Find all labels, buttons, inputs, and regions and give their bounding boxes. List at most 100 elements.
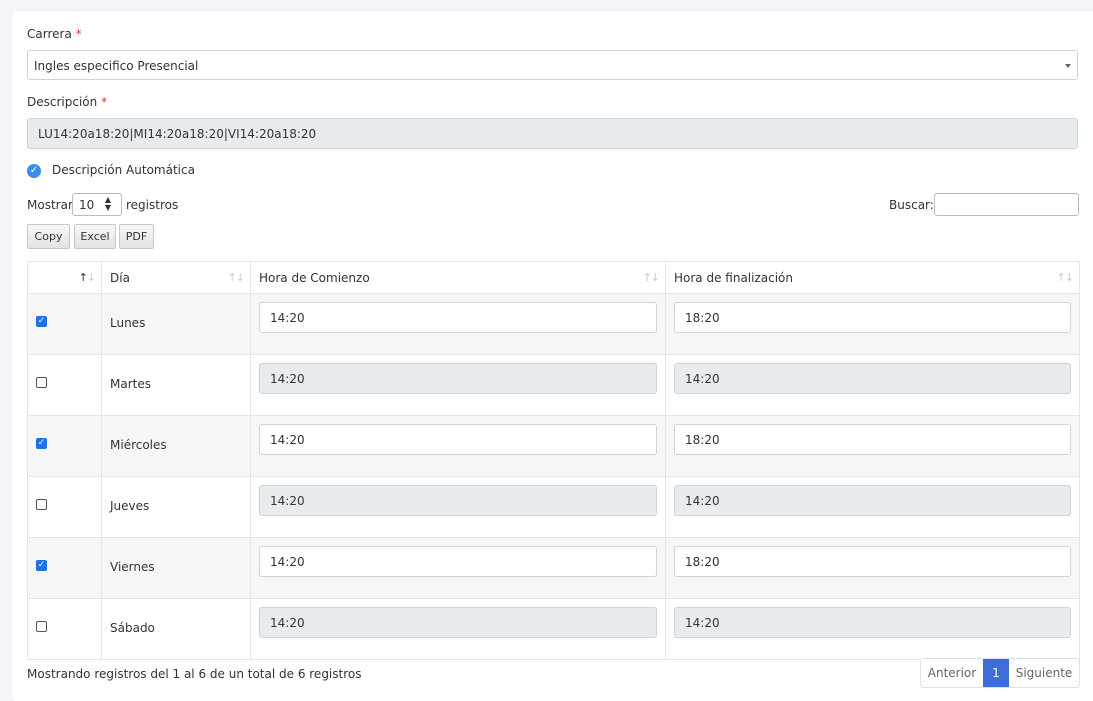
start-time-value: 14:20	[270, 494, 305, 508]
end-time-value: 18:20	[685, 555, 720, 569]
start-time-value: 14:20	[270, 372, 305, 386]
end-time-input[interactable]: 18:20	[674, 424, 1071, 455]
chevron-down-icon	[1065, 64, 1071, 68]
excel-button[interactable]: Excel	[74, 224, 116, 249]
column-header-select[interactable]: ↑↓	[27, 261, 102, 294]
form-card: Carrera * Ingles especifico Presencial D…	[12, 11, 1093, 701]
end-time-input: 14:20	[674, 607, 1071, 638]
page-length-select[interactable]: 10 ▲ ▼	[72, 193, 122, 216]
carrera-select-value: Ingles especifico Presencial	[34, 59, 199, 73]
end-cell: 14:20	[665, 598, 1080, 660]
start-time-input: 14:20	[259, 485, 657, 516]
search-input[interactable]	[934, 193, 1079, 216]
row-checkbox[interactable]	[36, 499, 47, 510]
select-cell: ✓	[27, 293, 102, 355]
start-cell: 14:20	[250, 354, 666, 416]
start-time-input[interactable]: 14:20	[259, 302, 657, 333]
column-header-end[interactable]: Hora de finalización ↑↓	[665, 261, 1080, 294]
page-1-button[interactable]: 1	[983, 659, 1009, 687]
start-cell: 14:20	[250, 293, 666, 355]
show-label: Mostrar	[27, 198, 73, 212]
descripcion-label: Descripción *	[27, 95, 108, 109]
updown-arrows-icon: ▲ ▼	[104, 195, 111, 212]
auto-description-label: Descripción Automática	[52, 163, 195, 177]
select-cell	[27, 354, 102, 416]
required-mark: *	[101, 95, 108, 109]
descripcion-value: LU14:20a18:20|MI14:20a18:20|VI14:20a18:2…	[38, 127, 317, 141]
column-header-day[interactable]: Día ↑↓	[101, 261, 251, 294]
day-label: Jueves	[110, 499, 150, 513]
start-time-input: 14:20	[259, 607, 657, 638]
row-checkbox[interactable]	[36, 377, 47, 388]
start-cell: 14:20	[250, 476, 666, 538]
start-time-value: 14:20	[270, 311, 305, 325]
day-label: Sábado	[110, 621, 155, 635]
table-row: Martes 14:20 14:20	[27, 354, 1080, 416]
day-cell: Miércoles	[101, 415, 251, 477]
sort-icon: ↑↓	[227, 271, 245, 284]
end-time-value: 14:20	[685, 372, 720, 386]
select-cell: ✓	[27, 415, 102, 477]
start-cell: 14:20	[250, 598, 666, 660]
previous-page-button[interactable]: Anterior	[921, 659, 983, 687]
carrera-label: Carrera *	[27, 27, 82, 41]
day-cell: Lunes	[101, 293, 251, 355]
day-cell: Martes	[101, 354, 251, 416]
table-row: ✓ Lunes 14:20 18:20	[27, 293, 1080, 355]
end-cell: 18:20	[665, 293, 1080, 355]
end-cell: 14:20	[665, 476, 1080, 538]
sort-icon: ↑↓	[642, 271, 660, 284]
column-header-start[interactable]: Hora de Comienzo ↑↓	[250, 261, 666, 294]
sort-icon: ↑↓	[1056, 271, 1074, 284]
start-time-value: 14:20	[270, 433, 305, 447]
day-cell: Sábado	[101, 598, 251, 660]
pdf-button[interactable]: PDF	[119, 224, 154, 249]
row-checkbox[interactable]: ✓	[36, 560, 47, 571]
select-cell	[27, 476, 102, 538]
end-cell: 18:20	[665, 537, 1080, 599]
end-time-input: 14:20	[674, 485, 1071, 516]
row-checkbox[interactable]: ✓	[36, 438, 47, 449]
auto-description-checkbox[interactable]: ✓	[27, 164, 41, 178]
end-time-value: 18:20	[685, 311, 720, 325]
day-label: Lunes	[110, 316, 146, 330]
day-cell: Viernes	[101, 537, 251, 599]
end-time-value: 14:20	[685, 616, 720, 630]
carrera-select[interactable]: Ingles especifico Presencial	[27, 50, 1078, 80]
end-time-input[interactable]: 18:20	[674, 302, 1071, 333]
required-mark: *	[75, 27, 82, 41]
row-checkbox[interactable]	[36, 621, 47, 632]
day-label: Martes	[110, 377, 151, 391]
select-cell	[27, 598, 102, 660]
start-cell: 14:20	[250, 415, 666, 477]
end-cell: 18:20	[665, 415, 1080, 477]
start-cell: 14:20	[250, 537, 666, 599]
pagination: Anterior 1 Siguiente	[920, 658, 1080, 688]
day-label: Miércoles	[110, 438, 167, 452]
end-time-value: 14:20	[685, 494, 720, 508]
end-time-value: 18:20	[685, 433, 720, 447]
start-time-value: 14:20	[270, 616, 305, 630]
end-time-input[interactable]: 18:20	[674, 546, 1071, 577]
next-page-button[interactable]: Siguiente	[1009, 659, 1079, 687]
sort-icon: ↑↓	[78, 271, 96, 284]
row-checkbox[interactable]: ✓	[36, 316, 47, 327]
table-row: ✓ Miércoles 14:20 18:20	[27, 415, 1080, 477]
start-time-input[interactable]: 14:20	[259, 424, 657, 455]
day-cell: Jueves	[101, 476, 251, 538]
copy-button[interactable]: Copy	[27, 224, 70, 249]
table-row: ✓ Viernes 14:20 18:20	[27, 537, 1080, 599]
start-time-input[interactable]: 14:20	[259, 546, 657, 577]
start-time-value: 14:20	[270, 555, 305, 569]
select-cell: ✓	[27, 537, 102, 599]
page-length-value: 10	[79, 198, 95, 212]
records-label: registros	[126, 198, 179, 212]
end-cell: 14:20	[665, 354, 1080, 416]
schedule-table: ↑↓ Día ↑↓ Hora de Comienzo ↑↓ Hora de fi…	[27, 261, 1080, 660]
day-label: Viernes	[110, 560, 155, 574]
table-row: Jueves 14:20 14:20	[27, 476, 1080, 538]
search-label: Buscar:	[889, 198, 934, 212]
table-info: Mostrando registros del 1 al 6 de un tot…	[27, 667, 362, 681]
descripcion-field: LU14:20a18:20|MI14:20a18:20|VI14:20a18:2…	[27, 118, 1078, 149]
end-time-input: 14:20	[674, 363, 1071, 394]
